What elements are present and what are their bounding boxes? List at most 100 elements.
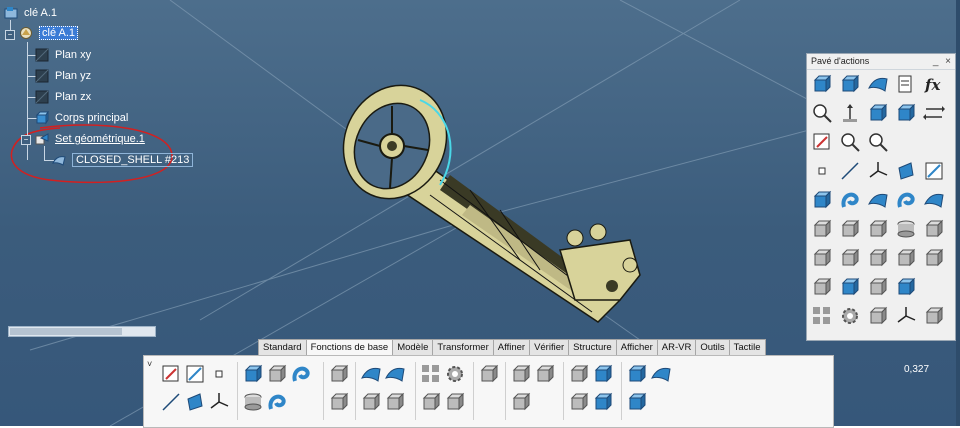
ribbon-button-8-3[interactable] (568, 391, 590, 413)
tab-afficher[interactable]: Afficher (615, 339, 658, 355)
tree-node-plan-zx[interactable]: Plan zx (35, 88, 91, 106)
tree-node-closed-shell[interactable]: CLOSED_SHELL #213 (52, 151, 194, 169)
action-button-2-5[interactable] (923, 102, 945, 124)
tree-node-plan-yz[interactable]: Plan yz (35, 67, 91, 85)
tab-structure[interactable]: Structure (568, 339, 617, 355)
tab-tactile[interactable]: Tactile (728, 339, 766, 355)
action-button-9-3[interactable] (867, 305, 889, 327)
ribbon-button-7-2[interactable] (534, 363, 556, 385)
action-button-9-2[interactable] (839, 305, 861, 327)
tree-horizontal-scrollbar[interactable] (8, 326, 156, 337)
ribbon-button-4-4[interactable] (384, 391, 406, 413)
tab-transformer[interactable]: Transformer (432, 339, 494, 355)
ribbon-button-9-3[interactable] (626, 391, 648, 413)
ribbon-button-4-3[interactable] (360, 391, 382, 413)
ribbon-button-7-3[interactable] (510, 391, 532, 413)
action-button-1-3[interactable] (867, 73, 889, 95)
ribbon-button-4-2[interactable] (384, 363, 406, 385)
minimize-button[interactable]: _ (933, 56, 939, 67)
ribbon-button-1-4[interactable] (184, 391, 206, 413)
action-button-9-4[interactable] (895, 305, 917, 327)
close-button[interactable]: × (945, 56, 951, 67)
ribbon-button-5-4[interactable] (444, 391, 466, 413)
action-button-4-5[interactable] (923, 160, 945, 182)
ribbon-button-9-2[interactable] (650, 363, 672, 385)
tab-ar-vr[interactable]: AR-VR (656, 339, 697, 355)
ribbon-button-2-4[interactable] (242, 391, 264, 413)
ribbon-collapse-button[interactable]: ˅ (147, 359, 152, 369)
ribbon-button-8-4[interactable] (592, 391, 614, 413)
action-button-8-4[interactable] (895, 276, 917, 298)
action-button-1-1[interactable] (811, 73, 833, 95)
action-button-6-3[interactable] (867, 218, 889, 240)
actions-panel-titlebar[interactable]: Pavé d'actions _ × (807, 54, 955, 70)
action-button-6-4[interactable] (895, 218, 917, 240)
action-button-1-4[interactable] (895, 73, 917, 95)
ribbon-button-2-5[interactable] (266, 391, 288, 413)
action-button-6-2[interactable] (839, 218, 861, 240)
ribbon-button-6-1[interactable] (478, 363, 500, 385)
ribbon-button-7-1[interactable] (510, 363, 532, 385)
tree-node-geometrical-set[interactable]: Set géométrique.1 (35, 130, 145, 148)
tree-node-main-body[interactable]: Corps principal (35, 109, 128, 127)
ribbon-button-5-2[interactable] (444, 363, 466, 385)
action-button-6-1[interactable] (811, 218, 833, 240)
action-button-8-1[interactable] (811, 276, 833, 298)
action-button-9-1[interactable] (811, 305, 833, 327)
key-3d-model[interactable] (325, 68, 641, 323)
ribbon-button-1-3[interactable] (160, 391, 182, 413)
action-button-7-2[interactable] (839, 247, 861, 269)
actions-panel[interactable]: Pavé d'actions _ × fx (806, 53, 956, 341)
ribbon-button-3-1[interactable] (328, 363, 350, 385)
ribbon-button-1-2[interactable] (184, 363, 206, 385)
tree-node-part[interactable]: clé A.1 (19, 24, 79, 42)
tab-fonctions-de-base[interactable]: Fonctions de base (305, 339, 394, 356)
action-button-4-4[interactable] (895, 160, 917, 182)
action-button-7-5[interactable] (923, 247, 945, 269)
tree-toggle-part[interactable]: − (5, 30, 15, 40)
ribbon-button-8-1[interactable] (568, 363, 590, 385)
ribbon-button-1-6[interactable] (208, 363, 230, 385)
action-button-5-2[interactable] (839, 189, 861, 211)
action-button-5-5[interactable] (923, 189, 945, 211)
action-button-3-2[interactable] (839, 131, 861, 153)
ribbon-button-2-3[interactable] (290, 363, 312, 385)
action-button-2-1[interactable] (811, 102, 833, 124)
tab-v-rifier[interactable]: Vérifier (529, 339, 570, 355)
action-button-4-1[interactable] (811, 160, 833, 182)
action-button-6-5[interactable] (923, 218, 945, 240)
action-button-5-3[interactable] (867, 189, 889, 211)
tab-affiner[interactable]: Affiner (492, 339, 531, 355)
action-button-1-5[interactable]: fx (923, 73, 945, 95)
ribbon-button-9-1[interactable] (626, 363, 648, 385)
ribbon-button-4-1[interactable] (360, 363, 382, 385)
ribbon-button-5-3[interactable] (420, 391, 442, 413)
action-button-4-3[interactable] (867, 160, 889, 182)
ribbon-button-5-1[interactable] (420, 363, 442, 385)
action-button-2-3[interactable] (867, 102, 889, 124)
tree-toggle-geometrical-set[interactable]: − (21, 135, 31, 145)
tab-mod-le[interactable]: Modèle (392, 339, 434, 355)
tab-standard[interactable]: Standard (258, 339, 307, 355)
action-button-1-2[interactable] (839, 73, 861, 95)
ribbon-button-3-2[interactable] (328, 391, 350, 413)
ribbon-button-1-1[interactable] (160, 363, 182, 385)
tree-node-plan-xy[interactable]: Plan xy (35, 46, 91, 64)
tab-outils[interactable]: Outils (695, 339, 730, 355)
ribbon-button-8-2[interactable] (592, 363, 614, 385)
action-button-5-4[interactable] (895, 189, 917, 211)
action-button-9-5[interactable] (923, 305, 945, 327)
tree-node-product[interactable]: clé A.1 (4, 4, 57, 22)
action-button-7-1[interactable] (811, 247, 833, 269)
action-button-2-4[interactable] (895, 102, 917, 124)
action-button-3-1[interactable] (811, 131, 833, 153)
action-button-5-1[interactable] (811, 189, 833, 211)
ribbon-button-2-2[interactable] (266, 363, 288, 385)
scrollbar-thumb[interactable] (10, 328, 122, 335)
action-button-2-2[interactable] (839, 102, 861, 124)
ribbon-button-1-5[interactable] (208, 391, 230, 413)
action-button-4-2[interactable] (839, 160, 861, 182)
ribbon-button-2-1[interactable] (242, 363, 264, 385)
action-button-8-3[interactable] (867, 276, 889, 298)
action-button-3-3[interactable] (867, 131, 889, 153)
